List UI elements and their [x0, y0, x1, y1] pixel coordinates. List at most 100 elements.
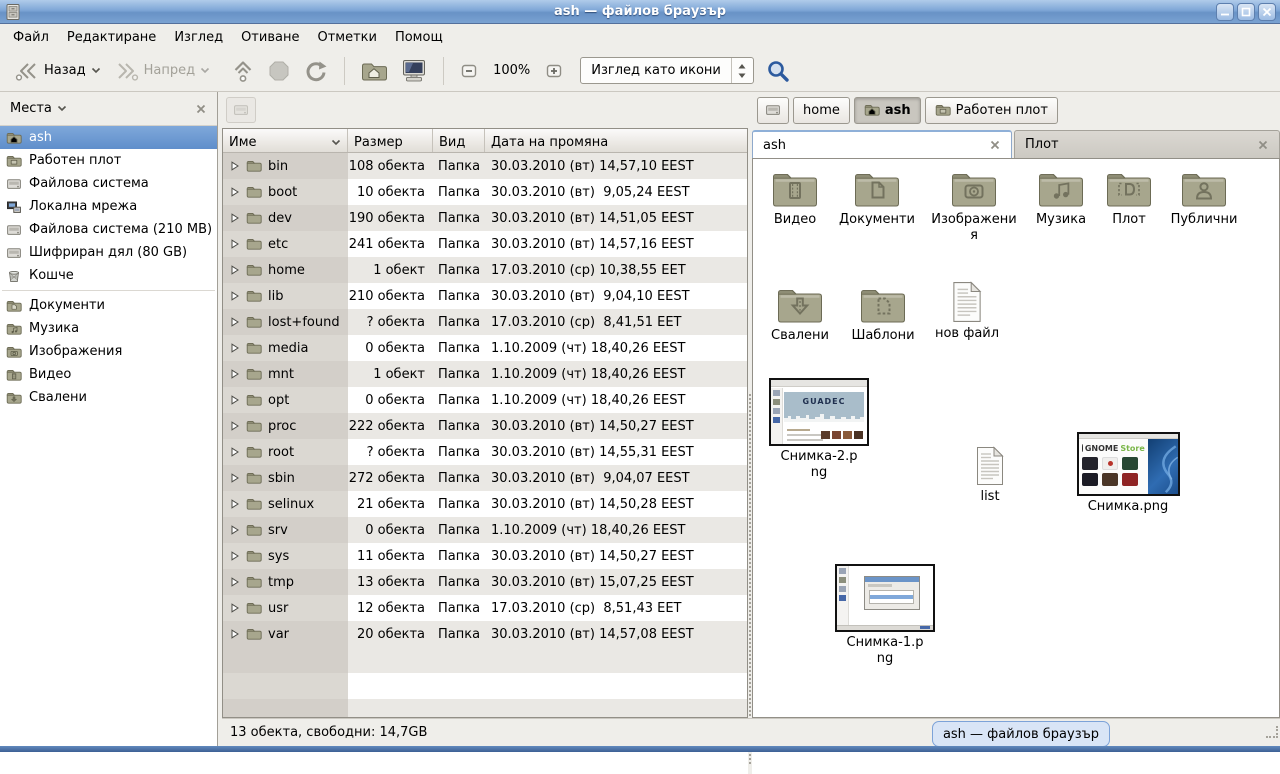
stop-button[interactable] — [261, 55, 297, 87]
expander-icon[interactable] — [230, 265, 240, 275]
table-row[interactable]: root ? обекта Папка 30.03.2010 (вт) 14,5… — [223, 439, 747, 465]
table-row[interactable]: lib 210 обекта Папка 30.03.2010 (вт) 9,0… — [223, 283, 747, 309]
expander-icon[interactable] — [230, 421, 240, 431]
sidebar-item-downloads[interactable]: Свалени — [0, 386, 217, 409]
sidebar-item-pictures[interactable]: Изображения — [0, 340, 217, 363]
table-row[interactable]: media 0 обекта Папка 1.10.2009 (чт) 18,4… — [223, 335, 747, 361]
file-item-snimka-2[interactable]: GUADEC — [768, 378, 870, 481]
maximize-button[interactable] — [1237, 3, 1255, 21]
expander-icon[interactable] — [230, 603, 240, 613]
expander-icon[interactable] — [230, 161, 240, 171]
tab-close-icon[interactable] — [989, 139, 1001, 151]
resize-grip[interactable] — [1266, 726, 1278, 738]
expander-icon[interactable] — [230, 395, 240, 405]
file-item-new-file[interactable]: нов файл — [925, 281, 1009, 342]
folder-item-desktop[interactable]: Плот — [1097, 169, 1161, 228]
sidebar-item-trash[interactable]: Кошче — [0, 264, 217, 287]
file-item-snimka-1[interactable]: Снимка-1.png — [834, 564, 936, 667]
tab-close-icon[interactable] — [1257, 139, 1269, 151]
sidebar-close-icon[interactable] — [195, 103, 207, 115]
table-row[interactable]: dev 190 обекта Папка 30.03.2010 (вт) 14,… — [223, 205, 747, 231]
table-row[interactable]: mnt 1 обект Папка 1.10.2009 (чт) 18,40,2… — [223, 361, 747, 387]
expander-icon[interactable] — [230, 343, 240, 353]
home-button[interactable] — [354, 55, 394, 87]
menu-bookmarks[interactable]: Отметки — [308, 26, 385, 49]
table-row[interactable]: boot 10 обекта Папка 30.03.2010 (вт) 9,0… — [223, 179, 747, 205]
expander-icon[interactable] — [230, 317, 240, 327]
breadcrumb-home[interactable]: home — [793, 97, 850, 124]
forward-dropdown-icon[interactable] — [200, 67, 210, 74]
tab-ash[interactable]: ash — [752, 130, 1012, 158]
sidebar-item-desktop[interactable]: Работен плот — [0, 149, 217, 172]
sidebar-item-video[interactable]: Видео — [0, 363, 217, 386]
table-row[interactable]: tmp 13 обекта Папка 30.03.2010 (вт) 15,0… — [223, 569, 747, 595]
menu-view[interactable]: Изглед — [165, 26, 232, 49]
breadcrumb-desktop[interactable]: Работен плот — [925, 97, 1058, 124]
folder-item-video[interactable]: Видео — [755, 169, 835, 228]
reload-button[interactable] — [297, 54, 335, 88]
expander-icon[interactable] — [230, 447, 240, 457]
table-row[interactable]: etc 241 обекта Папка 30.03.2010 (вт) 14,… — [223, 231, 747, 257]
menu-file[interactable]: Файл — [4, 26, 58, 49]
forward-button[interactable]: Напред — [108, 55, 217, 87]
zoom-out-button[interactable] — [453, 58, 485, 84]
folder-item-pictures[interactable]: Изображения — [929, 169, 1019, 244]
column-header-date[interactable]: Дата на промяна — [485, 129, 747, 152]
back-dropdown-icon[interactable] — [91, 67, 101, 74]
table-row[interactable]: bin 108 обекта Папка 30.03.2010 (вт) 14,… — [223, 153, 747, 179]
titlebar[interactable]: ash — файлов браузър — [0, 0, 1280, 24]
minimize-button[interactable] — [1216, 3, 1234, 21]
icon-view[interactable]: Видео Документи Изображения Музика Плот — [752, 158, 1280, 718]
table-row[interactable]: sys 11 обекта Папка 30.03.2010 (вт) 14,5… — [223, 543, 747, 569]
menu-edit[interactable]: Редактиране — [58, 26, 165, 49]
table-row[interactable]: usr 12 обекта Папка 17.03.2010 (ср) 8,51… — [223, 595, 747, 621]
expander-icon[interactable] — [230, 213, 240, 223]
view-mode-select[interactable]: Изглед като икони — [580, 57, 754, 84]
taskbar-window-button[interactable]: ash — файлов браузър — [932, 721, 1110, 747]
menu-help[interactable]: Помощ — [386, 26, 452, 49]
folder-item-public[interactable]: Публични — [1161, 169, 1247, 228]
root-location-button[interactable] — [226, 97, 256, 123]
places-selector[interactable]: Места — [10, 101, 195, 116]
up-button[interactable] — [225, 54, 261, 88]
expander-icon[interactable] — [230, 239, 240, 249]
sidebar-item-encrypted-80gb[interactable]: Шифриран дял (80 GB) — [0, 241, 217, 264]
table-row[interactable]: proc 222 обекта Папка 30.03.2010 (вт) 14… — [223, 413, 747, 439]
folder-item-templates[interactable]: Шаблони — [841, 285, 925, 344]
table-row[interactable]: lost+found ? обекта Папка 17.03.2010 (ср… — [223, 309, 747, 335]
breadcrumb-root[interactable] — [757, 97, 789, 124]
expander-icon[interactable] — [230, 525, 240, 535]
expander-icon[interactable] — [230, 473, 240, 483]
table-row[interactable]: sbin 272 обекта Папка 30.03.2010 (вт) 9,… — [223, 465, 747, 491]
tab-desktop[interactable]: Плот — [1014, 130, 1280, 158]
sidebar-item-documents[interactable]: Документи — [0, 294, 217, 317]
back-button[interactable]: Назад — [8, 55, 108, 87]
file-item-list[interactable]: list — [949, 446, 1031, 505]
search-button[interactable] — [766, 59, 790, 83]
column-header-size[interactable]: Размер — [348, 129, 433, 152]
menu-go[interactable]: Отиване — [232, 26, 308, 49]
breadcrumb-current-ash[interactable]: ash — [854, 97, 921, 124]
table-row[interactable]: var 20 обекта Папка 30.03.2010 (вт) 14,5… — [223, 621, 747, 647]
expander-icon[interactable] — [230, 291, 240, 301]
sidebar-item-network[interactable]: Локална мрежа — [0, 195, 217, 218]
table-row[interactable]: selinux 21 обекта Папка 30.03.2010 (вт) … — [223, 491, 747, 517]
sidebar-item-home[interactable]: ash — [0, 126, 217, 149]
sidebar-item-filesystem[interactable]: Файлова система — [0, 172, 217, 195]
folder-item-documents[interactable]: Документи — [833, 169, 921, 228]
folder-item-downloads[interactable]: Свалени — [759, 285, 841, 344]
column-header-type[interactable]: Вид — [433, 129, 485, 152]
table-row[interactable]: srv 0 обекта Папка 1.10.2009 (чт) 18,40,… — [223, 517, 747, 543]
expander-icon[interactable] — [230, 369, 240, 379]
column-header-name[interactable]: Име — [223, 129, 348, 152]
view-mode-spinner[interactable] — [731, 58, 753, 83]
sidebar-item-music[interactable]: Музика — [0, 317, 217, 340]
expander-icon[interactable] — [230, 499, 240, 509]
zoom-in-button[interactable] — [538, 58, 570, 84]
folder-item-music[interactable]: Музика — [1021, 169, 1101, 228]
table-row[interactable]: opt 0 обекта Папка 1.10.2009 (чт) 18,40,… — [223, 387, 747, 413]
close-button[interactable] — [1258, 3, 1276, 21]
expander-icon[interactable] — [230, 187, 240, 197]
table-row[interactable]: home 1 обект Папка 17.03.2010 (ср) 10,38… — [223, 257, 747, 283]
computer-button[interactable] — [394, 54, 434, 88]
